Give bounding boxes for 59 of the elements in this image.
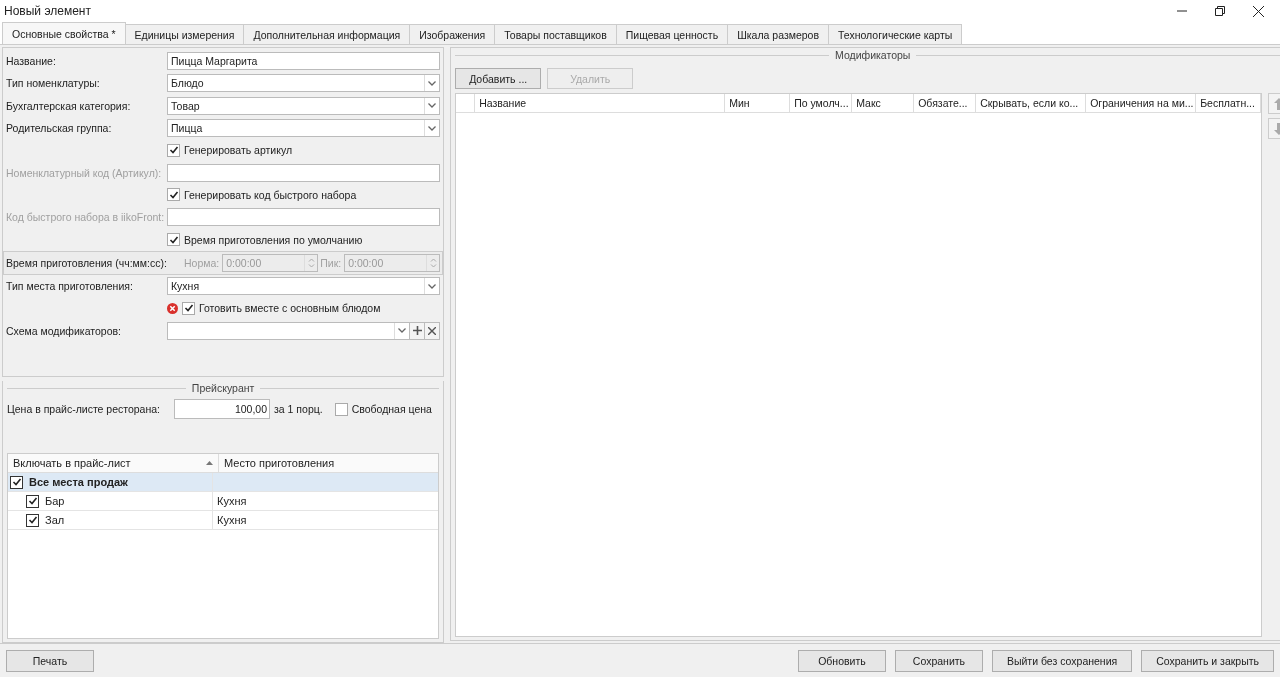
column-header[interactable]: По умолч... xyxy=(790,94,853,112)
field-label: Схема модификаторов: xyxy=(6,324,122,337)
column-header[interactable]: Место приготовления xyxy=(219,454,439,472)
dropdown-field[interactable]: Блюдо xyxy=(167,74,441,93)
footer-button[interactable]: Сохранить xyxy=(894,649,983,672)
dropdown-field[interactable]: Товар xyxy=(167,96,441,115)
window-title: Новый элемент xyxy=(4,4,91,18)
tab[interactable]: Основные свойства * xyxy=(2,22,126,44)
field-label: Тип места приготовления: xyxy=(6,280,134,293)
checkbox-label: Генерировать артикул xyxy=(184,144,293,157)
column-header[interactable]: Обязате... xyxy=(914,94,977,112)
table-cell: Зал xyxy=(45,514,65,526)
group-legend: Прейскурант xyxy=(191,382,255,394)
dropdown-field[interactable]: Кухня xyxy=(167,277,441,296)
column-header[interactable]: Скрывать, если ко... xyxy=(976,94,1087,112)
table-row[interactable]: Зал Кухня xyxy=(8,511,439,530)
field-label: Бухгалтерская категория: xyxy=(6,99,132,112)
checkbox-label: Генерировать код быстрого набора xyxy=(184,188,357,201)
field-label: Номенклатурный код (Артикул): xyxy=(6,166,163,179)
table-row[interactable]: Бар Кухня xyxy=(8,492,439,511)
checkbox-label: Свободная цена xyxy=(351,403,432,415)
footer-button[interactable]: Сохранить и закрыть xyxy=(1141,649,1274,672)
tab[interactable]: Товары поставщиков xyxy=(494,24,617,44)
tab[interactable]: Шкала размеров xyxy=(727,24,830,44)
column-header[interactable]: Макс xyxy=(852,94,915,112)
field-label: Пик: xyxy=(320,256,342,269)
print-button[interactable]: Печать xyxy=(6,649,94,672)
table-cell: Кухня xyxy=(217,495,247,507)
text-field[interactable]: Пицца Маргарита xyxy=(167,52,441,71)
field-label: Норма: xyxy=(184,256,220,269)
unit-label: за 1 порц. xyxy=(274,403,323,415)
price-field[interactable]: 100,00 xyxy=(174,399,271,419)
field-label: Название: xyxy=(6,55,57,68)
tab[interactable]: Изображения xyxy=(409,24,496,44)
field-label: Цена в прайс-листе ресторана: xyxy=(7,403,161,415)
tab[interactable]: Дополнительная информация xyxy=(243,24,411,44)
table-cell: Все места продаж xyxy=(29,476,128,488)
tab[interactable]: Технологические карты xyxy=(828,24,963,44)
footer-button[interactable]: Выйти без сохранения xyxy=(991,649,1133,672)
dropdown-field[interactable]: Пицца xyxy=(167,119,441,138)
tab[interactable]: Единицы измерения xyxy=(124,24,245,44)
footer-button[interactable]: Обновить xyxy=(797,649,886,672)
checkbox-label: Готовить вместе с основным блюдом xyxy=(199,302,381,315)
table-cell: Бар xyxy=(45,495,65,507)
toolbar-button[interactable]: Добавить ... xyxy=(455,68,542,89)
column-header[interactable]: Ограничения на ми... xyxy=(1086,94,1197,112)
column-header[interactable]: Название xyxy=(475,94,726,112)
table-cell: Кухня xyxy=(217,514,247,526)
field-label: Родительская группа: xyxy=(6,122,113,135)
group-legend: Модификаторы xyxy=(835,49,911,61)
tab[interactable]: Пищевая ценность xyxy=(615,24,729,44)
column-header[interactable]: Включать в прайс-лист xyxy=(8,454,219,472)
field-label: Код быстрого набора в iikoFront: xyxy=(6,211,166,224)
column-header[interactable]: Бесплатн... xyxy=(1196,94,1262,112)
checkbox-label: Время приготовления по умолчанию xyxy=(184,233,363,246)
table-row[interactable]: Все места продаж xyxy=(8,473,439,492)
field-label: Время приготовления (чч:мм:сс): xyxy=(6,256,168,269)
column-header[interactable]: Мин xyxy=(725,94,791,112)
field-label: Тип номенклатуры: xyxy=(6,77,101,90)
